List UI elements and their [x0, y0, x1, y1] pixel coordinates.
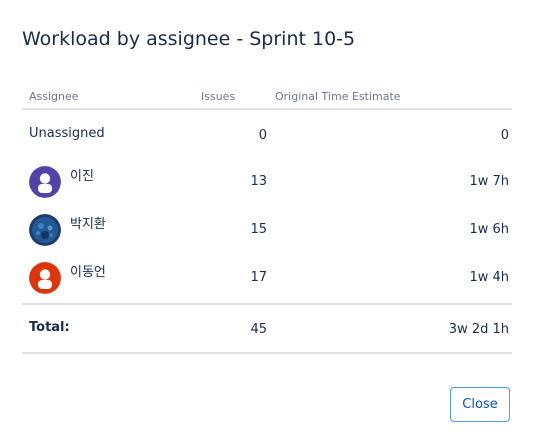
header-divider	[22, 108, 512, 110]
time-estimate: 0	[500, 128, 509, 143]
total-divider	[22, 303, 512, 305]
footer-divider	[22, 352, 512, 354]
time-estimate: 1w 7h	[469, 174, 509, 189]
user-avatar-icon	[29, 166, 61, 198]
column-header-issues: Issues	[201, 90, 236, 103]
issue-count: 15	[250, 222, 267, 237]
total-time-estimate: 3w 2d 1h	[448, 322, 509, 337]
assignee-name: 이동언	[70, 265, 106, 280]
total-label: Total:	[29, 320, 70, 335]
time-estimate: 1w 4h	[469, 270, 509, 285]
close-button[interactable]: Close	[450, 387, 510, 422]
issue-count: 0	[258, 128, 267, 143]
table-row-total: Total: 45 3w 2d 1h	[22, 308, 512, 348]
time-estimate: 1w 6h	[469, 222, 509, 237]
column-header-assignee: Assignee	[29, 90, 79, 103]
assignee-name: Unassigned	[29, 126, 105, 141]
issue-count: 17	[250, 270, 267, 285]
table-row: 이동언 17 1w 4h	[22, 256, 512, 296]
column-header-estimate: Original Time Estimate	[275, 90, 401, 103]
table-row: 이진 13 1w 7h	[22, 160, 512, 200]
total-issue-count: 45	[250, 322, 267, 337]
table-row-unassigned: Unassigned 0 0	[22, 114, 512, 154]
workload-dialog: Workload by assignee - Sprint 10-5 Assig…	[0, 0, 535, 440]
user-photo-avatar	[29, 214, 61, 246]
table-row: 박지환 15 1w 6h	[22, 208, 512, 248]
dialog-title: Workload by assignee - Sprint 10-5	[22, 28, 356, 50]
user-avatar-icon	[29, 262, 61, 294]
issue-count: 13	[250, 174, 267, 189]
assignee-name: 이진	[70, 169, 94, 184]
assignee-name: 박지환	[70, 217, 106, 232]
